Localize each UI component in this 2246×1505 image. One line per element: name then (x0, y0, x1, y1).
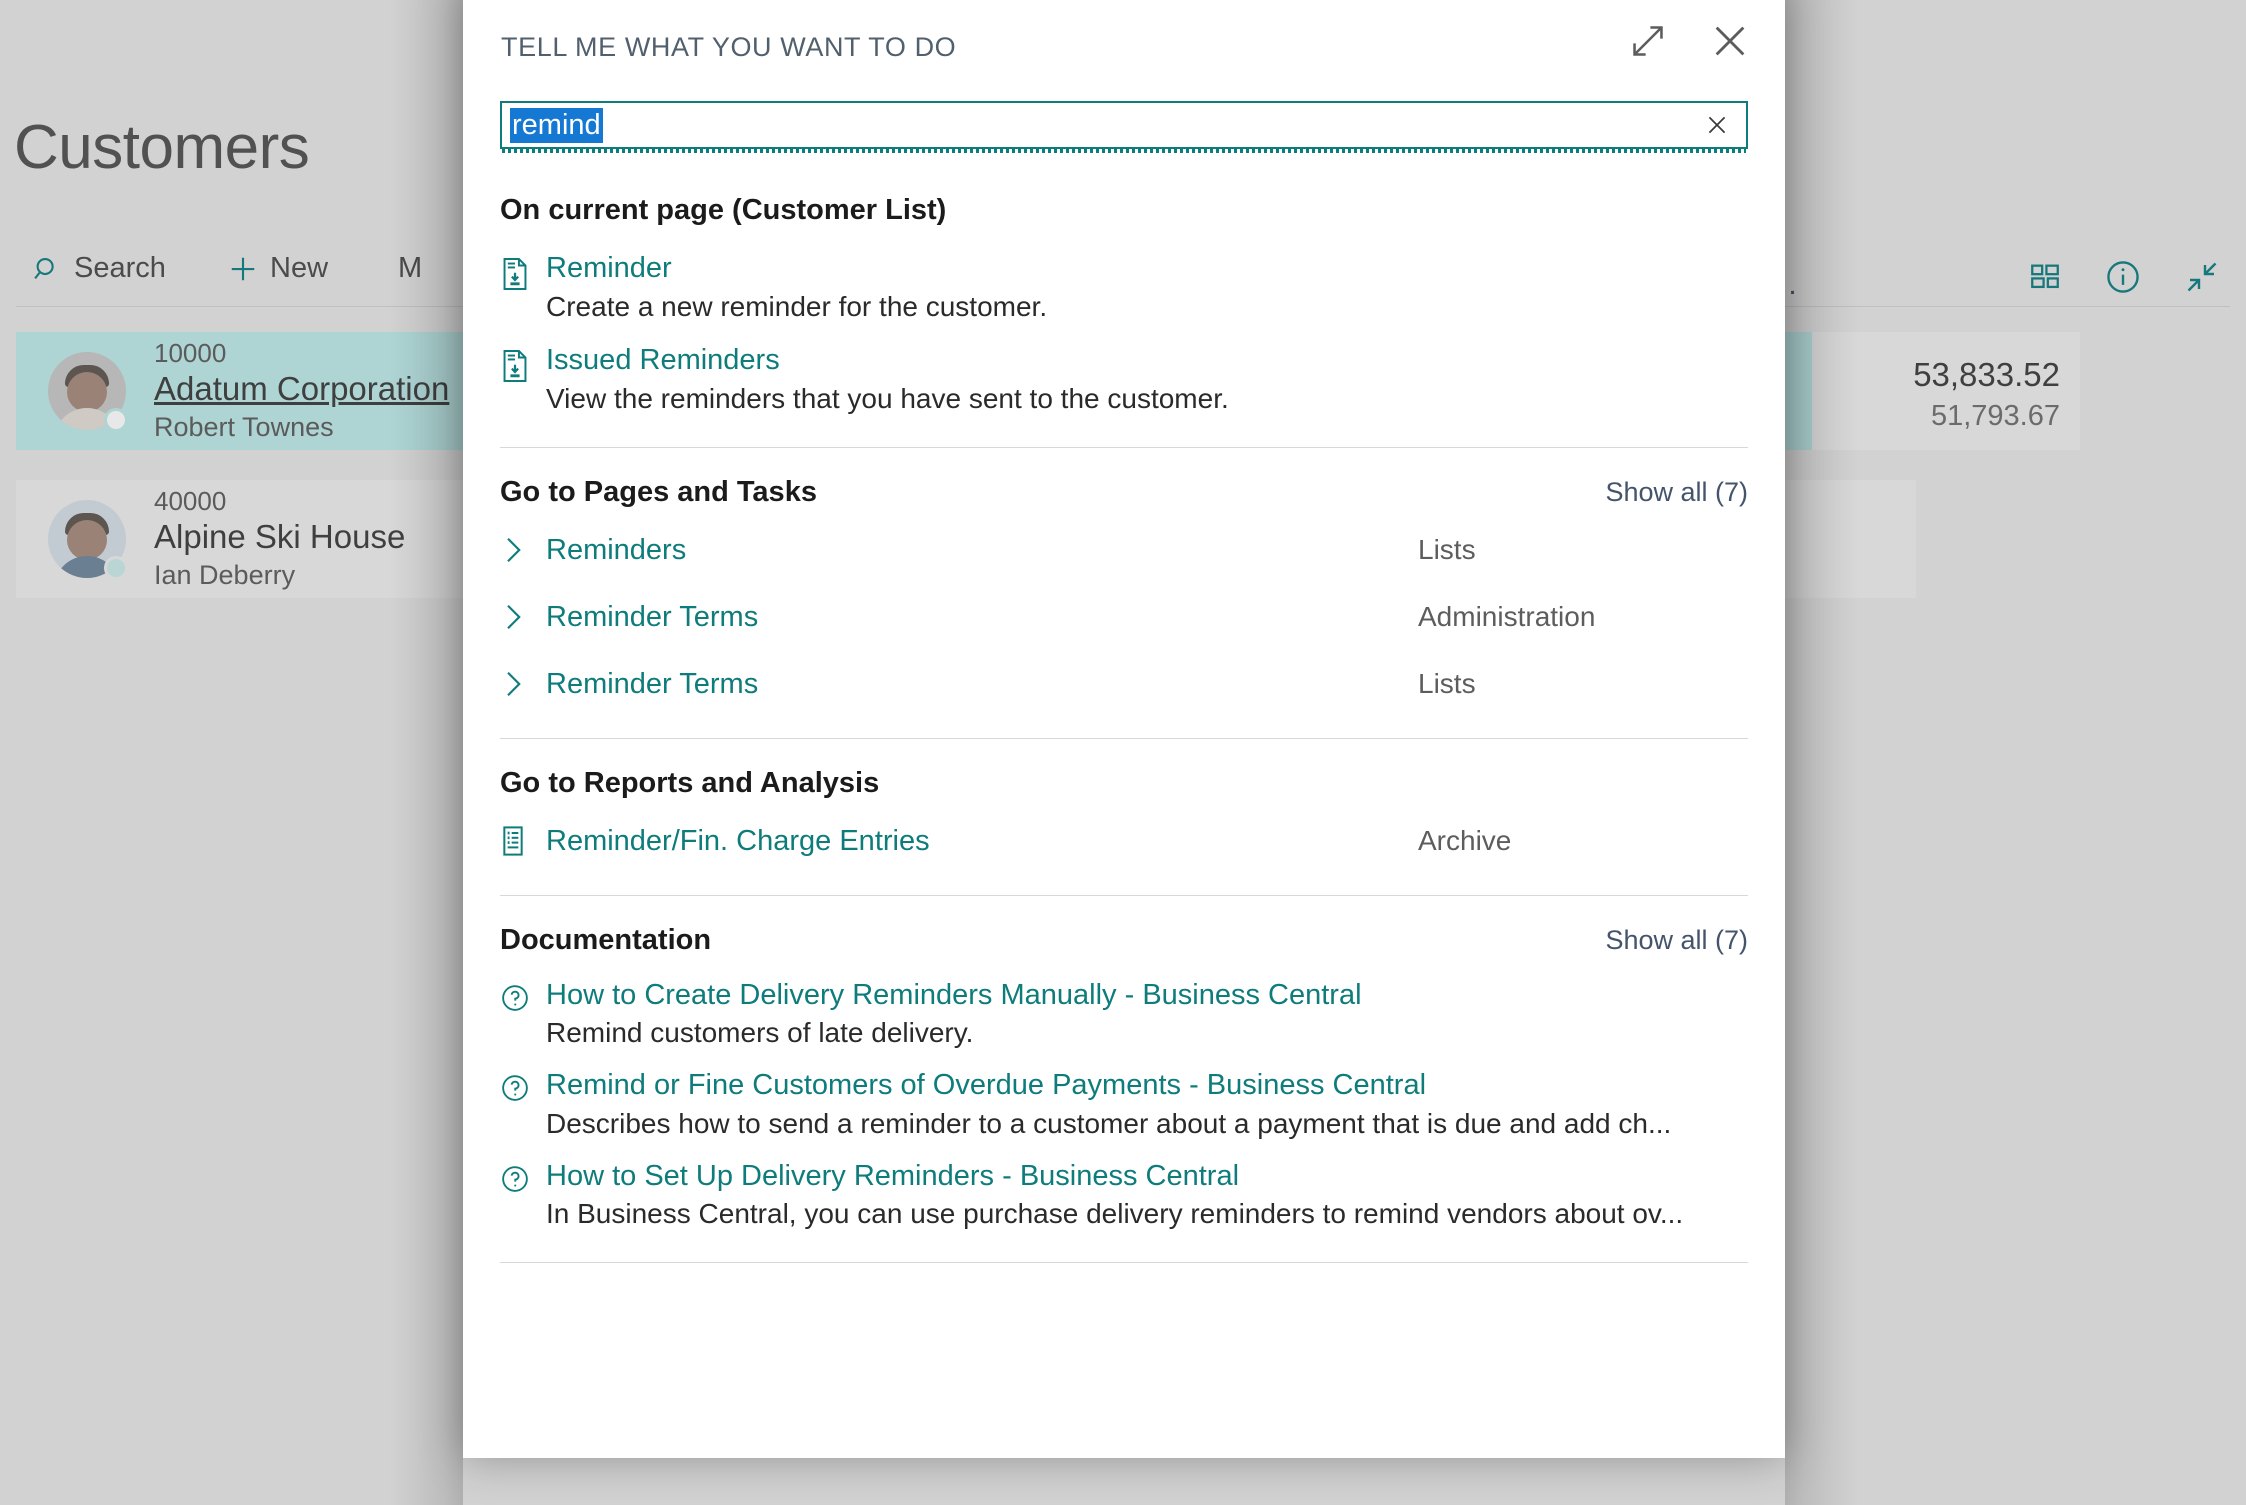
section-header-pages-tasks: Go to Pages and Tasks Show all (7) (500, 448, 1748, 509)
toolbar-right-icons (2028, 258, 2220, 301)
list-item[interactable]: Reminder/Fin. Charge Entries Archive (500, 808, 1748, 875)
show-all-pages-tasks[interactable]: Show all (7) (1605, 477, 1748, 508)
collapse-icon[interactable] (2184, 259, 2220, 300)
presence-indicator (104, 556, 128, 580)
section-title: On current page (Customer List) (500, 194, 947, 226)
customer-number: 40000 (154, 485, 227, 516)
result-category: Administration (1418, 601, 1596, 633)
section-title: Documentation (500, 923, 712, 956)
balance-primary: 53,833.52 (1913, 356, 2060, 393)
result-link[interactable]: Reminder Terms (546, 668, 1418, 701)
doc-description: In Business Central, you can use purchas… (546, 1197, 1684, 1229)
documentation-results: How to Create Delivery Reminders Manuall… (500, 971, 1748, 1242)
screen-root: Customers Search New M 10000 Adatum Corp… (0, 0, 2246, 1505)
customer-name-link[interactable]: Alpine Ski House (154, 518, 405, 556)
result-link[interactable]: Issued Reminders (546, 344, 1748, 377)
section-header-current-page: On current page (Customer List) (500, 166, 1748, 227)
result-description: View the reminders that you have sent to… (546, 383, 1229, 415)
page-title: Customers (14, 113, 310, 182)
help-circle-icon (500, 1073, 546, 1108)
dialog-header: TELL ME WHAT YOU WANT TO DO (463, 0, 1785, 84)
customer-contact: Ian Deberry (154, 560, 296, 591)
doc-link[interactable]: How to Create Delivery Reminders Manuall… (546, 979, 1748, 1012)
current-page-results: Reminder Create a new reminder for the c… (500, 243, 1748, 427)
doc-link[interactable]: Remind or Fine Customers of Overdue Paym… (546, 1069, 1748, 1102)
tell-me-dialog: TELL ME WHAT YOU WANT TO DO remind On cu… (463, 0, 1785, 1458)
document-action-icon (500, 257, 546, 291)
dialog-title: TELL ME WHAT YOU WANT TO DO (501, 32, 957, 62)
report-list-icon (500, 825, 546, 857)
search-icon (32, 254, 62, 284)
result-category: Lists (1418, 534, 1476, 566)
customer-number: 10000 (154, 337, 227, 368)
doc-description: Describes how to send a reminder to a cu… (546, 1107, 1672, 1139)
balance-cell: 53,833.52 51,793.67 (1812, 332, 2080, 450)
list-item[interactable]: Issued Reminders View the reminders that… (500, 335, 1748, 427)
doc-description: Remind customers of late delivery. (546, 1017, 974, 1049)
clear-icon[interactable] (1704, 112, 1730, 138)
dialog-body: On current page (Customer List) Reminder… (463, 166, 1785, 1458)
toolbar-new-button[interactable]: New (228, 252, 328, 285)
chevron-right-icon (500, 535, 546, 565)
balance-secondary: 51,793.67 (1930, 400, 2060, 432)
list-item[interactable]: How to Set Up Delivery Reminders - Busin… (500, 1152, 1748, 1242)
section-header-reports: Go to Reports and Analysis (500, 739, 1748, 800)
show-all-documentation[interactable]: Show all (7) (1605, 925, 1748, 956)
list-item[interactable]: How to Create Delivery Reminders Manuall… (500, 971, 1748, 1061)
help-circle-icon (500, 1164, 546, 1199)
avatar (48, 352, 128, 432)
search-input[interactable]: remind (500, 101, 1748, 153)
info-icon[interactable] (2104, 258, 2142, 301)
toolbar-more-button[interactable]: M (398, 252, 422, 285)
chevron-right-icon (500, 669, 546, 699)
result-link[interactable]: Reminder/Fin. Charge Entries (546, 825, 1418, 858)
search-input-value: remind (510, 107, 603, 143)
close-icon[interactable] (1705, 16, 1755, 66)
result-category: Lists (1418, 668, 1476, 700)
expand-diagonal-icon[interactable] (1623, 16, 1673, 66)
toolbar-search-button[interactable]: Search (32, 252, 166, 285)
pages-tasks-results: Reminders Lists Reminder Terms Administr… (500, 517, 1748, 718)
toolbar-search-label: Search (74, 252, 166, 284)
customer-contact: Robert Townes (154, 412, 334, 443)
list-item[interactable]: Reminder Create a new reminder for the c… (500, 243, 1748, 335)
dialog-actions (1623, 16, 1755, 66)
result-link[interactable]: Reminders (546, 534, 1418, 567)
chevron-right-icon (500, 602, 546, 632)
reports-results: Reminder/Fin. Charge Entries Archive (500, 808, 1748, 875)
result-category: Archive (1418, 825, 1512, 857)
list-item[interactable]: Reminder Terms Administration (500, 584, 1748, 651)
presence-indicator (104, 408, 128, 432)
section-title: Go to Reports and Analysis (500, 766, 880, 799)
plus-icon (228, 254, 258, 284)
grid-view-icon[interactable] (2028, 260, 2062, 299)
help-circle-icon (500, 983, 546, 1018)
toolbar-new-label: New (270, 252, 329, 284)
section-divider (500, 1261, 1748, 1263)
list-item[interactable]: Reminders Lists (500, 517, 1748, 584)
section-title: Go to Pages and Tasks (500, 475, 817, 508)
list-item[interactable]: Reminder Terms Lists (500, 651, 1748, 718)
customer-name-link[interactable]: Adatum Corporation (154, 370, 449, 408)
section-header-documentation: Documentation Show all (7) (500, 896, 1748, 957)
result-description: Create a new reminder for the customer. (546, 291, 1048, 323)
avatar (48, 500, 128, 580)
result-link[interactable]: Reminder (546, 252, 1748, 285)
document-action-icon (500, 349, 546, 383)
doc-link[interactable]: How to Set Up Delivery Reminders - Busin… (546, 1160, 1748, 1193)
toolbar-more-label: M (398, 252, 423, 284)
list-item[interactable]: Remind or Fine Customers of Overdue Paym… (500, 1061, 1748, 1151)
result-link[interactable]: Reminder Terms (546, 601, 1418, 634)
